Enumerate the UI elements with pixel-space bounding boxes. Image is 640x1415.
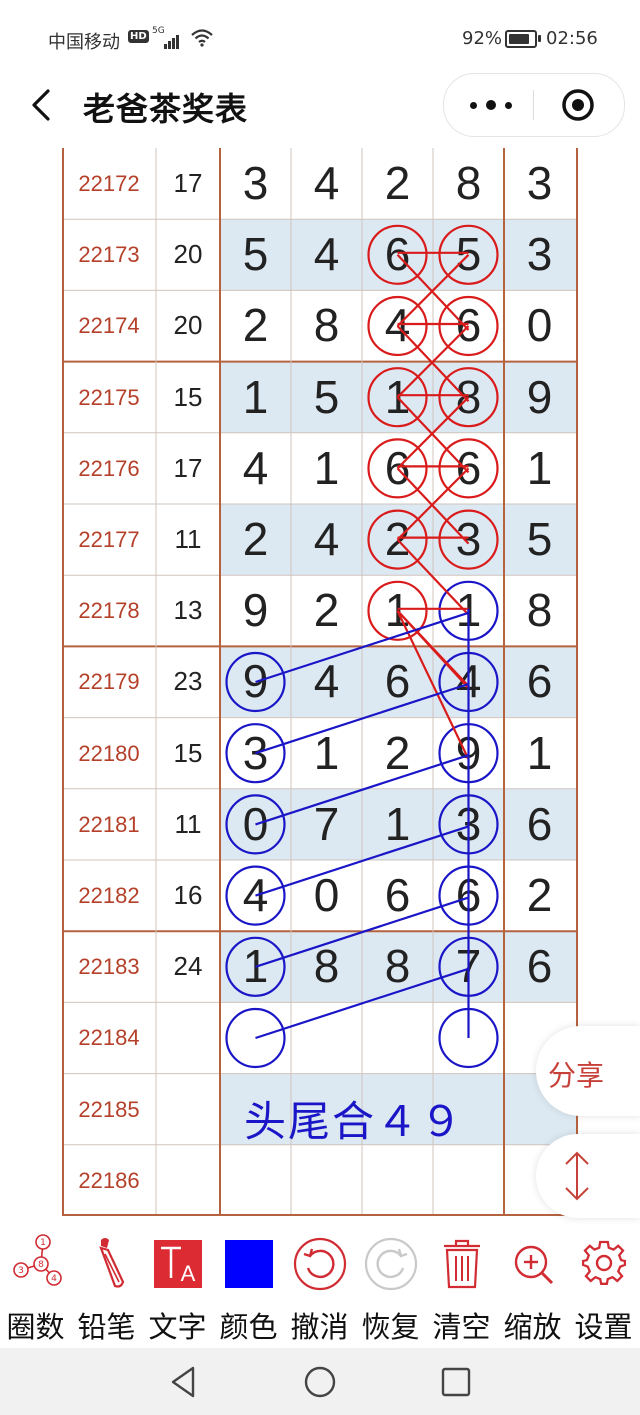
marker-line <box>255 754 469 826</box>
tool-pencil[interactable]: 铅笔 <box>71 1226 142 1348</box>
page-title: 老爸茶奖表 <box>83 90 249 128</box>
title-bar: 老爸茶奖表 <box>0 70 640 142</box>
trash-icon <box>444 1239 480 1289</box>
share-label: 分享 <box>548 1059 605 1092</box>
tool-zoom[interactable]: 缩放 <box>497 1226 568 1348</box>
gear-icon <box>581 1240 627 1285</box>
tool-circle[interactable]: 1834 圈数 <box>0 1226 71 1348</box>
marker-line <box>255 682 469 755</box>
lottery-chart: 22172 17 3 4 2 8 3 22173 20 5 4 6 5 3 22174 20 2 8 4 6 0 2217… <box>62 148 578 1216</box>
circle-home-icon[interactable] <box>300 1362 340 1402</box>
signal-icon <box>164 30 180 49</box>
drawing-toolbar: 1834 圈数 铅笔 A 文字 颜色 撤消 恢复 清空 缩放 设置 <box>0 1226 640 1348</box>
tool-color[interactable]: 颜色 <box>213 1226 284 1348</box>
target-icon[interactable] <box>561 88 595 122</box>
chevron-left-icon[interactable] <box>28 88 58 122</box>
battery-icon <box>505 30 537 48</box>
tool-undo[interactable]: 撤消 <box>284 1226 355 1348</box>
marker-circle <box>438 509 499 570</box>
drawing-overlay[interactable] <box>62 148 578 1216</box>
share-button[interactable]: 分享 <box>536 1026 640 1116</box>
svg-text:A: A <box>181 1261 196 1286</box>
handwritten-note: 头尾合４９ <box>244 1097 465 1146</box>
status-bar: 中国移动 HD 5G 92% 02:56 <box>0 0 640 70</box>
hd-badge: HD <box>128 30 149 43</box>
svg-text:8: 8 <box>38 1260 44 1270</box>
scroll-button[interactable] <box>536 1134 640 1218</box>
marker-line <box>255 825 469 897</box>
circle-numbers-icon: 1834 <box>13 1234 62 1286</box>
svg-text:3: 3 <box>18 1266 24 1276</box>
marker-line <box>255 896 469 968</box>
marker-line <box>396 610 470 689</box>
color-swatch-icon <box>225 1240 273 1288</box>
undo-icon <box>293 1237 347 1291</box>
triangle-back-icon[interactable] <box>164 1362 204 1402</box>
square-recent-icon[interactable] <box>436 1362 476 1402</box>
pencil-icon <box>99 1238 125 1288</box>
text-icon: A <box>154 1240 202 1288</box>
up-down-arrows-icon <box>565 1151 589 1201</box>
redo-icon <box>364 1237 418 1291</box>
mini-program-capsule <box>443 73 625 137</box>
zoom-in-icon <box>514 1245 554 1285</box>
marker-line <box>255 611 469 684</box>
battery-percent: 92% <box>462 28 503 49</box>
svg-text:4: 4 <box>51 1274 57 1284</box>
clock: 02:56 <box>546 28 598 49</box>
tool-text[interactable]: A 文字 <box>142 1226 213 1348</box>
more-dots-icon[interactable] <box>466 90 536 120</box>
tool-clear[interactable]: 清空 <box>426 1226 497 1348</box>
tool-settings[interactable]: 设置 <box>568 1226 639 1348</box>
system-nav-bar <box>0 1348 640 1415</box>
marker-line <box>255 967 469 1040</box>
network-type: 5G <box>152 26 165 36</box>
svg-text:1: 1 <box>40 1238 46 1248</box>
tool-redo[interactable]: 恢复 <box>355 1226 426 1348</box>
carrier-name: 中国移动 <box>48 32 120 53</box>
marker-line <box>396 538 470 616</box>
wifi-icon <box>191 29 213 47</box>
